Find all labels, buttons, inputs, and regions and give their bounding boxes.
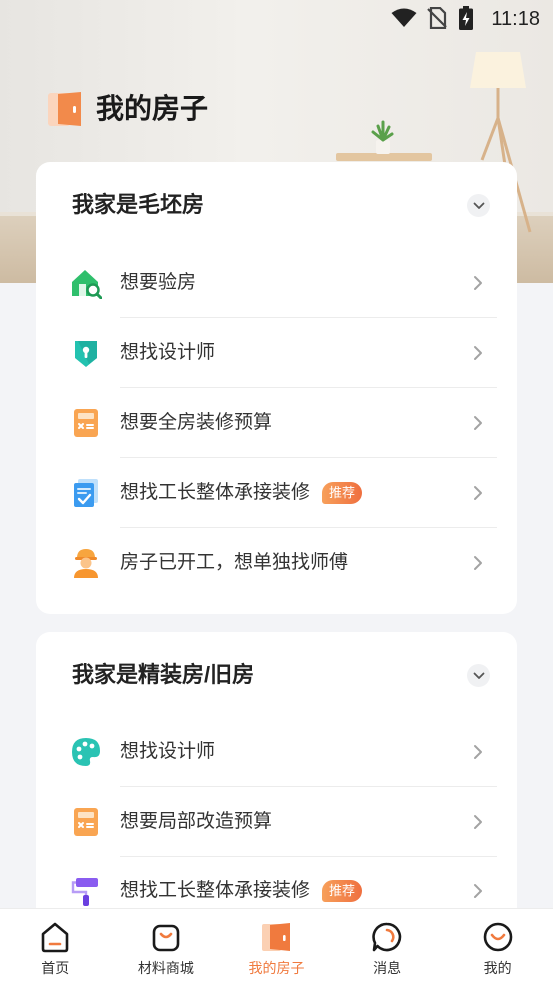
page-header: 我的房子	[46, 90, 208, 128]
recommend-badge: 推荐	[322, 880, 363, 902]
chevron-right-icon	[474, 556, 482, 570]
paint-roller-icon	[71, 878, 98, 906]
menu-item-label: 想找设计师	[120, 741, 216, 762]
chevron-right-icon	[474, 745, 482, 759]
chevron-right-icon	[474, 815, 482, 829]
door-icon	[262, 923, 291, 951]
bottom-tab-bar: 首页 材料商城 我的房子 消息 我的	[0, 908, 553, 983]
chevron-right-icon	[474, 884, 482, 898]
chevron-down-icon	[473, 672, 484, 679]
page-title: 我的房子	[96, 93, 209, 124]
tab-label: 消息	[373, 960, 402, 976]
menu-item-inspect-house[interactable]: 想要验房	[36, 248, 517, 318]
profile-icon	[483, 922, 512, 952]
tab-profile[interactable]: 我的	[442, 909, 553, 983]
chevron-right-icon	[474, 486, 482, 500]
door-icon	[48, 92, 81, 126]
menu-item-label: 想要验房	[120, 272, 197, 293]
checklist-icon	[74, 479, 98, 507]
menu-item-find-worker[interactable]: 房子已开工，想单独找师傅	[36, 528, 517, 598]
menu-item-find-designer[interactable]: 想找设计师	[36, 717, 517, 787]
shopping-bag-icon	[152, 924, 180, 952]
collapse-button[interactable]	[467, 664, 490, 687]
menu-item-find-designer[interactable]: 想找设计师	[36, 318, 517, 388]
tab-label: 材料商城	[137, 960, 194, 976]
tab-label: 首页	[41, 960, 70, 976]
menu-item-partial-budget[interactable]: 想要局部改造预算	[36, 787, 517, 857]
home-icon	[41, 922, 69, 953]
status-bar: 11:18	[0, 0, 553, 38]
palette-icon	[72, 738, 100, 766]
menu-item-label: 想找工长整体承接装修	[120, 482, 311, 503]
house-inspect-icon	[72, 270, 102, 299]
section-title: 我家是毛坯房	[72, 192, 205, 217]
section-card-rough-house: 我家是毛坯房 想要验房 想找设计师 想要全房装修预算 想找工长整体承接装修 推荐…	[36, 162, 517, 614]
menu-item-label: 想要全房装修预算	[120, 412, 273, 433]
chevron-right-icon	[474, 346, 482, 360]
worker-icon	[74, 549, 98, 578]
recommend-badge: 推荐	[322, 482, 363, 504]
tab-home[interactable]: 首页	[0, 909, 111, 983]
wifi-icon	[391, 8, 417, 27]
chevron-right-icon	[474, 276, 482, 290]
tab-materials-mall[interactable]: 材料商城	[111, 909, 222, 983]
calculator-icon	[74, 808, 98, 836]
collapse-button[interactable]	[467, 194, 490, 217]
tab-my-house[interactable]: 我的房子	[221, 909, 332, 983]
no-sim-icon	[427, 7, 447, 29]
tab-label: 我的房子	[248, 960, 305, 976]
menu-item-label: 想找设计师	[120, 342, 216, 363]
menu-item-label: 房子已开工，想单独找师傅	[120, 552, 349, 573]
menu-item-foreman-contract[interactable]: 想找工长整体承接装修 推荐	[36, 458, 517, 528]
section-title: 我家是精装房/旧房	[72, 662, 255, 687]
menu-item-full-budget[interactable]: 想要全房装修预算	[36, 388, 517, 458]
message-icon	[372, 922, 402, 952]
status-time: 11:18	[491, 8, 540, 30]
designer-badge-icon	[75, 341, 97, 367]
tab-messages[interactable]: 消息	[332, 909, 443, 983]
chevron-right-icon	[474, 416, 482, 430]
menu-item-label: 想要局部改造预算	[120, 811, 273, 832]
tab-label: 我的	[483, 960, 512, 976]
battery-charging-icon	[459, 6, 473, 30]
calculator-icon	[74, 409, 98, 437]
chevron-down-icon	[473, 202, 484, 209]
